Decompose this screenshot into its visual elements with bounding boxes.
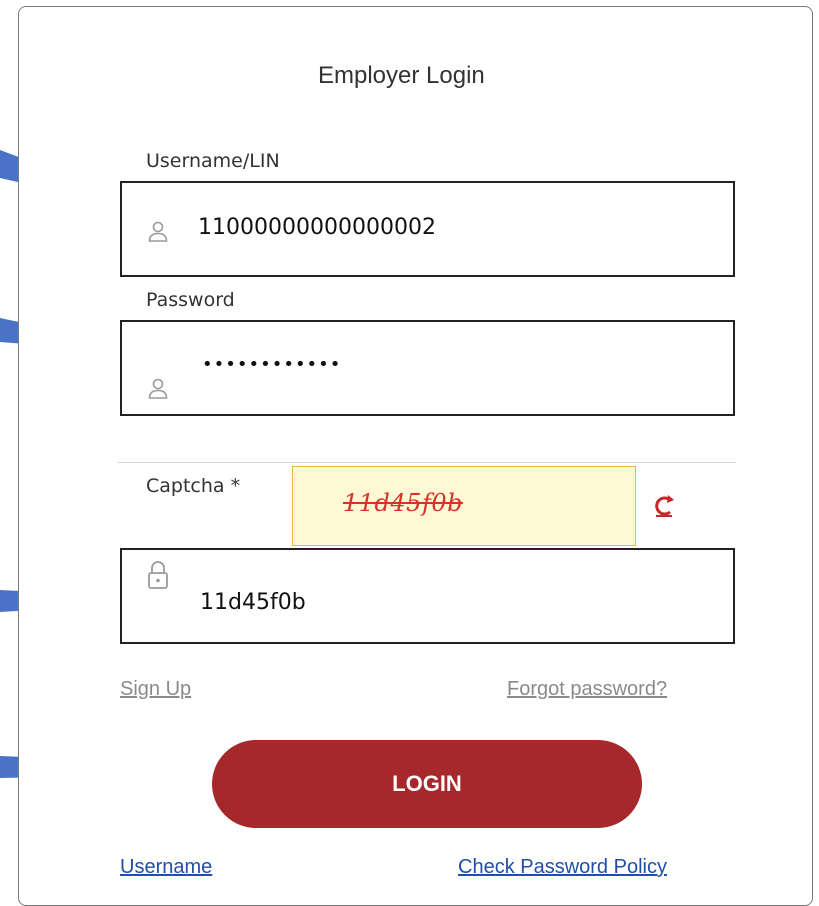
forgot-password-link[interactable]: Forgot password? — [507, 678, 667, 701]
user-icon — [146, 376, 170, 405]
password-label: Password — [146, 289, 235, 311]
page-title: Employer Login — [318, 62, 485, 89]
divider — [118, 462, 736, 463]
username-link[interactable]: Username — [120, 856, 212, 879]
password-field[interactable]: •••••••••••• — [120, 320, 735, 416]
captcha-input-value: 11d45f0b — [200, 590, 306, 615]
login-button[interactable]: LOGIN — [212, 740, 642, 828]
captcha-label: Captcha * — [146, 475, 241, 497]
username-field[interactable]: 11000000000000002 — [120, 181, 735, 277]
captcha-image: 11d45f0b — [292, 466, 636, 546]
captcha-input[interactable]: 11d45f0b — [120, 548, 735, 644]
lock-icon — [146, 560, 170, 595]
username-value: 11000000000000002 — [198, 215, 436, 240]
captcha-image-text: 11d45f0b — [343, 489, 463, 517]
check-password-policy-link[interactable]: Check Password Policy — [458, 856, 667, 879]
user-icon — [146, 219, 170, 248]
username-label: Username/LIN — [146, 150, 280, 172]
password-value: •••••••••••• — [202, 354, 342, 375]
sign-up-link[interactable]: Sign Up — [120, 678, 191, 701]
refresh-icon[interactable] — [651, 493, 677, 524]
